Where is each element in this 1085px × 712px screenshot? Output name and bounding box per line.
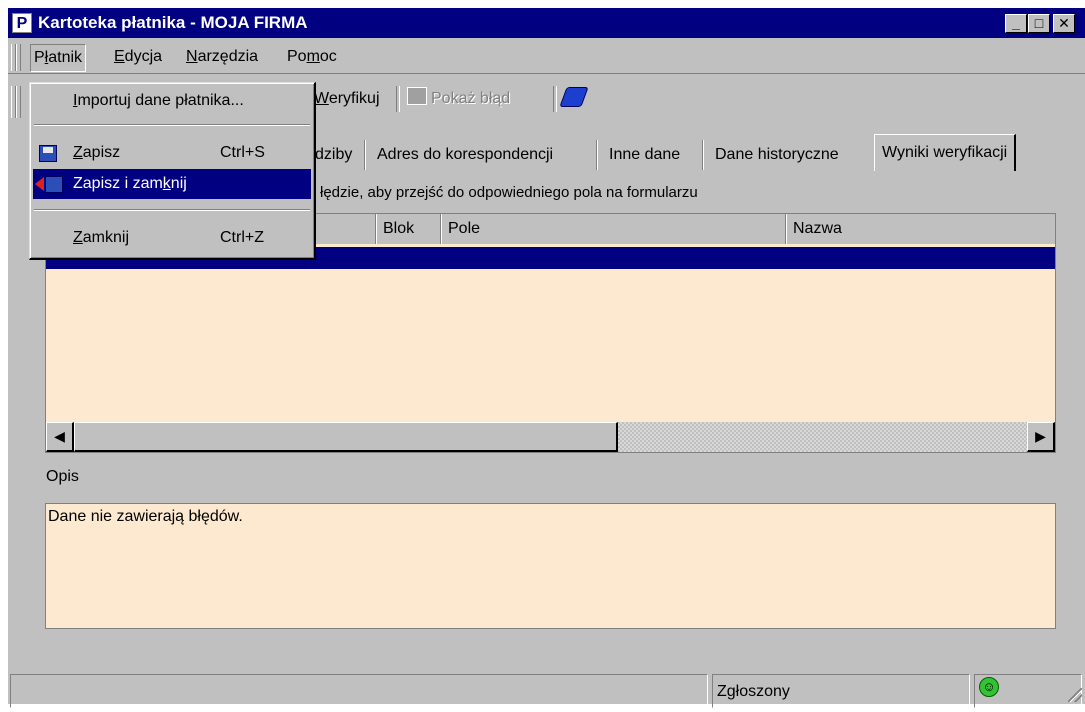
minimize-icon: _ xyxy=(1012,15,1020,31)
menu-item-save[interactable]: Zapisz Ctrl+S xyxy=(33,138,311,168)
menubar-grip-2 xyxy=(16,44,21,71)
toolbar-separator xyxy=(396,86,400,112)
maximize-icon: □ xyxy=(1034,15,1044,31)
description-text: Dane nie zawierają błędów. xyxy=(48,508,243,525)
exit-arrow-icon xyxy=(35,177,44,191)
resize-grip[interactable] xyxy=(1068,688,1082,702)
save-exit-icon xyxy=(45,176,63,193)
tab-divider xyxy=(702,140,704,170)
menu-platnik[interactable]: Płatnik xyxy=(30,44,87,72)
menu-separator xyxy=(34,124,310,126)
show-error-icon xyxy=(407,87,427,105)
menu-separator-2 xyxy=(34,209,310,211)
platnik-dropdown-menu: Importuj dane płatnika... Zapisz Ctrl+S … xyxy=(29,82,316,260)
scroll-right-button[interactable]: ▶ xyxy=(1027,422,1055,452)
minimize-button[interactable]: _ xyxy=(1005,14,1027,33)
scroll-thumb[interactable] xyxy=(74,422,618,452)
status-panel-state: Zgłoszony xyxy=(712,674,970,708)
tab-dane-historyczne[interactable]: Dane historyczne xyxy=(708,140,846,170)
close-icon: ✕ xyxy=(1058,15,1070,31)
tab-divider xyxy=(596,140,598,170)
menu-item-save-and-close[interactable]: Zapisz i zamknij xyxy=(33,169,311,199)
maximize-button[interactable]: □ xyxy=(1028,14,1050,33)
shortcut-close: Ctrl+Z xyxy=(220,229,264,246)
floppy-disk-icon xyxy=(39,145,57,162)
verify-button[interactable]: Weryfikuj xyxy=(314,86,380,112)
menu-narzedzia[interactable]: Narzędzia xyxy=(183,44,261,70)
column-header-blok[interactable]: Blok xyxy=(376,214,441,244)
description-box[interactable]: Dane nie zawierają błędów. xyxy=(45,503,1056,629)
menu-edycja[interactable]: Edycja xyxy=(111,44,165,70)
window-title: Kartoteka płatnika - MOJA FIRMA xyxy=(38,13,308,32)
description-label: Opis xyxy=(46,468,79,485)
shortcut-save: Ctrl+S xyxy=(220,144,265,161)
arrow-left-icon: ◀ xyxy=(54,428,65,444)
tab-inne-dane[interactable]: Inne dane xyxy=(602,140,687,170)
show-error-button[interactable]: Pokaż błąd xyxy=(407,86,510,112)
column-header-nazwa[interactable]: Nazwa xyxy=(786,214,1055,244)
menu-item-import[interactable]: Importuj dane płatnika... xyxy=(33,86,311,116)
scroll-left-button[interactable]: ◀ xyxy=(46,422,74,452)
tab-adres-korespondencji[interactable]: Adres do korespondencji xyxy=(370,140,560,170)
arrow-right-icon: ▶ xyxy=(1035,428,1046,444)
app-icon: P xyxy=(12,13,32,33)
results-hint: łędzie, aby przejść do odpowiedniego pol… xyxy=(320,184,698,201)
horizontal-scrollbar[interactable]: ◀ ▶ xyxy=(46,422,1055,452)
help-book-button[interactable] xyxy=(559,86,589,112)
toolbar-grip-2 xyxy=(16,86,21,118)
menu-pomoc[interactable]: Pomoc xyxy=(284,44,340,70)
book-icon xyxy=(559,87,589,107)
title-bar[interactable]: P Kartoteka płatnika - MOJA FIRMA _ □ ✕ xyxy=(8,8,1085,38)
toolbar-separator-2 xyxy=(553,86,557,112)
status-panel-main xyxy=(10,674,708,708)
column-header-pole[interactable]: Pole xyxy=(441,214,786,244)
close-button[interactable]: ✕ xyxy=(1053,14,1075,33)
menu-bar: Płatnik Edycja Narzędzia Pomoc xyxy=(8,41,1085,74)
status-text: Zgłoszony xyxy=(717,683,790,700)
smiley-icon: ☺ xyxy=(979,677,999,697)
status-bar: Zgłoszony xyxy=(8,674,1085,712)
menu-item-close[interactable]: Zamknij Ctrl+Z xyxy=(33,223,311,253)
tab-wyniki-weryfikacji[interactable]: Wyniki weryfikacji xyxy=(874,134,1017,171)
tab-divider xyxy=(364,140,366,170)
